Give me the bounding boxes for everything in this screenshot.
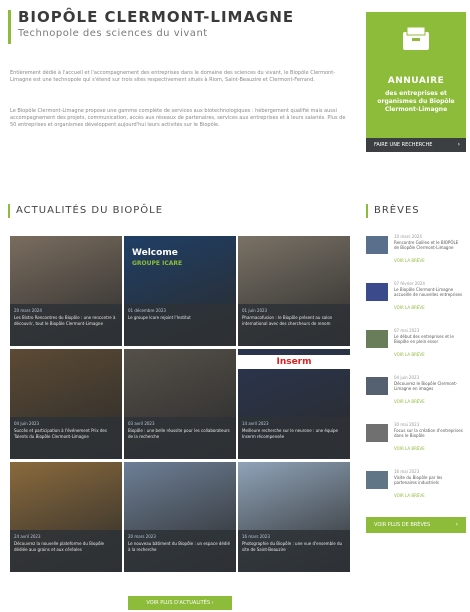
news-tile[interactable]: 20 mars 2023 Le nouveau bâtiment du Biopô… [124, 462, 236, 572]
news-tile-title[interactable]: Découvrez la nouvelle plateforme du Biop… [14, 541, 118, 552]
search-directory-button[interactable]: FAIRE UNE RECHERCHE › [366, 138, 466, 152]
breve-item[interactable]: 16 mai 2023 Visite du Biopôle par les par… [366, 469, 466, 509]
news-tile-date: 14 avril 2023 [242, 421, 269, 426]
breve-link[interactable]: VOIR LA BRÈVE [394, 399, 425, 404]
intro-paragraph-2: Le Biopôle Clermont-Limagne propose une … [10, 108, 346, 128]
breve-link[interactable]: VOIR LA BRÈVE [394, 352, 425, 357]
breve-item[interactable]: 10 mars 2024 Rencontre Galileo et le BIOP… [366, 234, 466, 274]
news-tile-date: 04 juin 2023 [14, 421, 40, 426]
news-tile[interactable]: Inserm 14 avril 2023 Meilleure recherche s… [238, 349, 350, 459]
breve-thumbnail [366, 330, 388, 348]
news-tile[interactable]: 16 mars 2023 Photographie du Biopôle : un… [238, 462, 350, 572]
breve-thumbnail [366, 471, 388, 489]
news-tile-caption: 04 juin 2023 Succès et participation à l'… [10, 417, 122, 459]
breve-item[interactable]: 07 mai 2023 Le début des entreprises et l… [366, 328, 466, 368]
breve-item[interactable]: 30 mai 2023 Focus sur la création d'entre… [366, 422, 466, 462]
breve-link[interactable]: VOIR LA BRÈVE [394, 258, 425, 263]
news-tile-title[interactable]: Photographie du Biopôle : une vue d'ense… [242, 541, 346, 552]
news-tile[interactable]: 01 juin 2023 Pharmacofusion : le Biopôle … [238, 236, 350, 346]
news-tile[interactable]: 20 mars 2024 Les Bistro Rencontres du Bio… [10, 236, 122, 346]
news-tile-title[interactable]: Meilleure recherche sur le neurone : une… [242, 428, 346, 439]
page-title: BIOPÔLE CLERMONT-LIMAGNE [18, 8, 295, 26]
news-tile-title[interactable]: Succès et participation à l'événement Pr… [14, 428, 118, 439]
news-tile-caption: 01 décembre 2023 Le groupe Icare rejoint … [124, 304, 236, 346]
news-tile-date: 16 mars 2023 [242, 534, 270, 539]
news-tile-caption: 14 avril 2023 Meilleure recherche sur le … [238, 417, 350, 459]
breve-item[interactable]: 04 juin 2023 Découvrez le Biopôle Clermon… [366, 375, 466, 415]
breve-thumbnail [366, 377, 388, 395]
breve-link[interactable]: VOIR LA BRÈVE [394, 305, 425, 310]
breve-thumbnail [366, 424, 388, 442]
news-tile[interactable]: 24 avril 2023 Découvrez la nouvelle plate… [10, 462, 122, 572]
breve-title[interactable]: Focus sur la création d'entreprises dans… [394, 428, 464, 438]
news-tile-title[interactable]: Le nouveau bâtiment du Biopôle : un espa… [128, 541, 232, 552]
breve-link[interactable]: VOIR LA BRÈVE [394, 493, 425, 498]
breve-date: 10 mars 2024 [394, 234, 422, 239]
chevron-right-icon: › [457, 141, 460, 148]
news-tile-caption: 16 mars 2023 Photographie du Biopôle : un… [238, 530, 350, 572]
news-tile-logo-text: Welcome [132, 248, 178, 258]
news-tile-caption: 01 juin 2023 Pharmacofusion : le Biopôle … [238, 304, 350, 346]
news-tile-logo-text: Inserm [238, 355, 350, 369]
breve-item[interactable]: 07 février 2024 Le Biopôle Clermont-Limag… [366, 281, 466, 321]
breve-date: 04 juin 2023 [394, 375, 420, 380]
news-tile-date: 24 avril 2023 [14, 534, 41, 539]
more-news-button[interactable]: VOIR PLUS D'ACTUALITÉS › [128, 596, 232, 610]
page-subtitle: Technopole des sciences du vivant [18, 28, 208, 39]
news-tile-title[interactable]: Le groupe Icare rejoint l'Institut [128, 315, 232, 321]
breves-accent-bar [366, 204, 368, 218]
annuaire-title: ANNUAIRE [387, 76, 445, 86]
breves-title: BRÈVES [374, 205, 420, 216]
breve-title[interactable]: Visite du Biopôle par les partenaires in… [394, 475, 464, 485]
news-tile[interactable]: 04 juin 2023 Succès et participation à l'… [10, 349, 122, 459]
breve-link[interactable]: VOIR LA BRÈVE [394, 446, 425, 451]
intro-paragraph-1: Entièrement dédié à l'accueil et l'accom… [10, 70, 335, 83]
news-tile-date: 20 mars 2024 [14, 308, 42, 313]
breve-title[interactable]: Le Biopôle Clermont-Limagne accueille de… [394, 287, 464, 297]
chevron-right-icon: › [211, 600, 214, 606]
news-tile-title[interactable]: Les Bistro Rencontres du Biopôle : une r… [14, 315, 118, 326]
news-tile-date: 03 avril 2023 [128, 421, 155, 426]
annuaire-description: des entreprises et organismes du Biopôle… [377, 90, 455, 113]
news-tile-date: 01 décembre 2023 [128, 308, 166, 313]
breve-date: 07 février 2024 [394, 281, 425, 286]
news-tile-title[interactable]: Pharmacofusion : le Biopôle présent au s… [242, 315, 346, 326]
search-directory-label: FAIRE UNE RECHERCHE [374, 142, 433, 148]
chevron-right-icon: › [455, 521, 458, 528]
more-breves-label: VOIR PLUS DE BRÈVES [374, 522, 431, 528]
news-tile-caption: 20 mars 2024 Les Bistro Rencontres du Bio… [10, 304, 122, 346]
news-tile-caption: 20 mars 2023 Le nouveau bâtiment du Biopô… [124, 530, 236, 572]
folder-icon [400, 22, 432, 54]
header-accent-bar [8, 10, 11, 44]
annuaire-block[interactable]: ANNUAIRE des entreprises et organismes d… [366, 12, 466, 152]
breve-date: 07 mai 2023 [394, 328, 420, 333]
breve-date: 16 mai 2023 [394, 469, 420, 474]
breve-thumbnail [366, 283, 388, 301]
news-tile[interactable]: Welcome GROUPE ICARE 01 décembre 2023 Le gr… [124, 236, 236, 346]
actualites-title: ACTUALITÉS DU BIOPÔLE [16, 205, 164, 216]
news-tile-logo-subtext: GROUPE ICARE [132, 260, 183, 267]
breve-title[interactable]: Découvrez le Biopôle Clermont-Limagne en… [394, 381, 464, 391]
news-tile-caption: 24 avril 2023 Découvrez la nouvelle plate… [10, 530, 122, 572]
breve-thumbnail [366, 236, 388, 254]
breve-date: 30 mai 2023 [394, 422, 420, 427]
breve-title[interactable]: Rencontre Galileo et le BIOPÔLE de Biopô… [394, 240, 464, 250]
news-tile-caption: 03 avril 2023 Biopôle : une belle réussit… [124, 417, 236, 459]
more-news-label: VOIR PLUS D'ACTUALITÉS [146, 600, 211, 606]
more-breves-button[interactable]: VOIR PLUS DE BRÈVES › [366, 517, 466, 533]
news-tile-date: 01 juin 2023 [242, 308, 268, 313]
news-tile-date: 20 mars 2023 [128, 534, 156, 539]
news-tile-title[interactable]: Biopôle : une belle réussite pour les co… [128, 428, 232, 439]
news-tile[interactable]: 03 avril 2023 Biopôle : une belle réussit… [124, 349, 236, 459]
breve-title[interactable]: Le début des entreprises et le Biopôle e… [394, 334, 464, 344]
actualites-accent-bar [8, 204, 10, 218]
